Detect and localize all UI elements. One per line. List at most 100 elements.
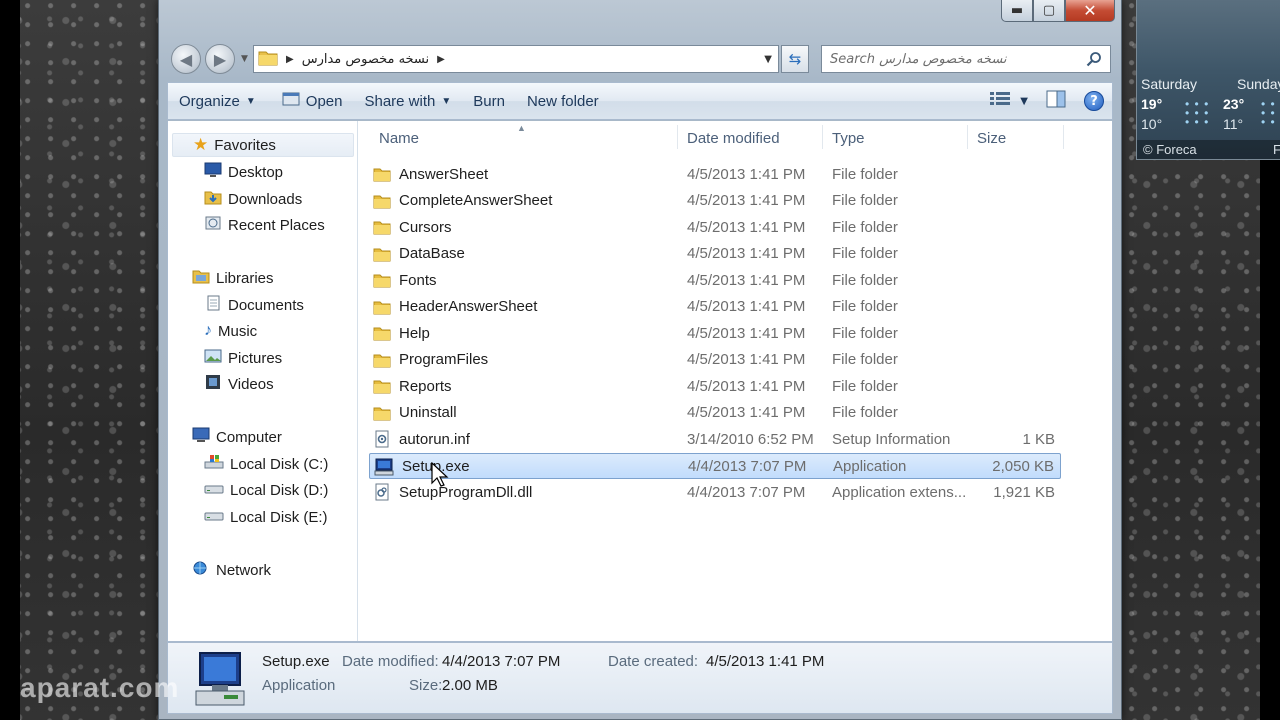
column-header-date[interactable]: Date modified: [667, 125, 812, 151]
file-row[interactable]: Fonts 4/5/2013 1:41 PM File folder: [369, 267, 1061, 293]
downloads-icon: [204, 189, 222, 209]
nav-computer[interactable]: Computer: [192, 425, 282, 449]
navigation-pane: ★ Favorites Desktop Downloads Recent Pla…: [168, 121, 358, 641]
file-date: 4/5/2013 1:41 PM: [687, 351, 806, 368]
back-button[interactable]: ◀: [171, 44, 201, 74]
nav-network-label: Network: [216, 561, 272, 579]
column-header-type[interactable]: Type: [812, 125, 957, 151]
file-row[interactable]: Reports 4/5/2013 1:41 PM File folder: [369, 373, 1061, 399]
folder-icon: [373, 246, 391, 262]
weather-day-2-low: 11°: [1223, 116, 1244, 132]
details-pane: Setup.exe Application Date modified: 4/4…: [167, 642, 1113, 714]
forward-button[interactable]: ▶: [205, 44, 235, 74]
weather-gadget[interactable]: Saturday Sunday 19° 10° • • • • • • • • • …: [1136, 0, 1280, 160]
file-row[interactable]: Uninstall 4/5/2013 1:41 PM File folder: [369, 400, 1061, 426]
file-row[interactable]: CompleteAnswerSheet 4/5/2013 1:41 PM File …: [369, 188, 1061, 214]
preview-pane-button[interactable]: [1046, 90, 1066, 112]
file-name-cell[interactable]: Reports: [373, 373, 452, 399]
file-row[interactable]: AnswerSheet 4/5/2013 1:41 PM File folder: [369, 161, 1061, 187]
search-box[interactable]: [821, 45, 1111, 73]
share-with-button[interactable]: Share with ▼: [353, 83, 462, 119]
nav-network[interactable]: Network: [192, 558, 271, 582]
nav-music-label: Music: [218, 322, 258, 340]
nav-desktop[interactable]: Desktop: [204, 160, 283, 184]
sort-ascending-icon: ▲: [517, 123, 526, 133]
column-divider[interactable]: [1063, 125, 1064, 149]
breadcrumb-child-arrow-icon[interactable]: ▶: [437, 54, 445, 65]
open-icon: [282, 91, 300, 111]
nav-disk-c-label: Local Disk (C:): [230, 455, 329, 473]
file-list: Name ▲ Date modified Type Size AnswerShe…: [359, 121, 1112, 641]
file-name-cell[interactable]: ProgramFiles: [373, 347, 488, 373]
explorer-window: ▬ ▢ ✕ ◀ ▶ ▼ ▶ نسخه مخصوص مدارس ▶ ▼ ⇆ Org…: [158, 0, 1122, 720]
file-name-cell[interactable]: autorun.inf: [373, 426, 470, 452]
search-icon[interactable]: [1086, 51, 1102, 71]
file-name: CompleteAnswerSheet: [399, 192, 553, 209]
pictures-icon: [204, 348, 222, 368]
close-button[interactable]: ✕: [1065, 0, 1115, 22]
file-name-cell[interactable]: AnswerSheet: [373, 161, 488, 187]
breadcrumb-current-folder[interactable]: نسخه مخصوص مدارس: [302, 52, 429, 67]
column-header-name[interactable]: Name ▲: [359, 123, 677, 151]
drive-icon: [204, 507, 224, 527]
network-icon: [192, 560, 210, 580]
file-name-cell[interactable]: HeaderAnswerSheet: [373, 294, 537, 320]
recent-pages-dropdown-icon[interactable]: ▼: [241, 54, 248, 64]
details-file-name: Setup.exe: [262, 653, 330, 670]
help-icon[interactable]: ?: [1084, 91, 1104, 111]
new-folder-button[interactable]: New folder: [516, 83, 610, 119]
folder-icon: [373, 325, 391, 341]
file-date: 3/14/2010 6:52 PM: [687, 430, 814, 448]
file-name-cell[interactable]: Uninstall: [373, 400, 457, 426]
details-date-created-label: Date created:: [608, 653, 699, 670]
rain-icon-2: • • • • • •: [1261, 97, 1276, 129]
file-row[interactable]: autorun.inf 3/14/2010 6:52 PM Setup Inform…: [369, 426, 1061, 452]
organize-button[interactable]: Organize ▼: [168, 83, 267, 119]
file-name: autorun.inf: [399, 430, 470, 448]
burn-button[interactable]: Burn: [462, 83, 516, 119]
minimize-button[interactable]: ▬: [1001, 0, 1033, 22]
address-dropdown-icon[interactable]: ▼: [764, 54, 772, 65]
search-input[interactable]: [830, 51, 1070, 67]
file-row[interactable]: Cursors 4/5/2013 1:41 PM File folder: [369, 214, 1061, 240]
file-row[interactable]: SetupProgramDll.dll 4/4/2013 7:07 PM Appli…: [369, 479, 1061, 505]
file-name-cell[interactable]: CompleteAnswerSheet: [373, 188, 552, 214]
nav-favorites[interactable]: ★ Favorites: [172, 133, 354, 157]
address-bar[interactable]: ▶ نسخه مخصوص مدارس ▶ ▼: [253, 45, 779, 73]
file-row[interactable]: Setup.exe 4/4/2013 7:07 PM Application 2,05…: [369, 452, 1061, 480]
nav-pictures[interactable]: Pictures: [204, 346, 282, 370]
change-view-button[interactable]: ▼: [990, 92, 1028, 110]
maximize-button[interactable]: ▢: [1033, 0, 1065, 22]
nav-documents[interactable]: Documents: [204, 293, 304, 317]
nav-disk-d[interactable]: Local Disk (D:): [204, 478, 328, 502]
column-header-size[interactable]: Size: [957, 125, 1055, 151]
file-name-cell[interactable]: Setup.exe: [374, 454, 470, 480]
burn-label: Burn: [473, 92, 505, 110]
file-row[interactable]: HeaderAnswerSheet 4/5/2013 1:41 PM File fo…: [369, 294, 1061, 320]
nav-music[interactable]: ♪ Music: [204, 319, 257, 343]
nav-pictures-label: Pictures: [228, 349, 283, 367]
nav-disk-e[interactable]: Local Disk (E:): [204, 505, 328, 529]
folder-icon: [373, 272, 391, 288]
nav-recent-places[interactable]: Recent Places: [204, 213, 325, 237]
file-row[interactable]: ProgramFiles 4/5/2013 1:41 PM File folder: [369, 347, 1061, 373]
file-name-cell[interactable]: SetupProgramDll.dll: [373, 479, 532, 505]
file-name-cell[interactable]: DataBase: [373, 241, 465, 267]
file-row[interactable]: Help 4/5/2013 1:41 PM File folder: [369, 320, 1061, 346]
details-size: 2.00 MB: [442, 677, 498, 694]
nav-libraries[interactable]: Libraries: [192, 266, 274, 290]
file-name-cell[interactable]: Cursors: [373, 214, 452, 240]
file-name-cell[interactable]: Help: [373, 320, 430, 346]
nav-disk-c[interactable]: Local Disk (C:): [204, 452, 328, 476]
breadcrumb-separator-icon[interactable]: ▶: [286, 54, 294, 65]
refresh-button[interactable]: ⇆: [781, 45, 809, 73]
file-name-cell[interactable]: Fonts: [373, 267, 437, 293]
nav-downloads[interactable]: Downloads: [204, 187, 302, 211]
open-button[interactable]: Open: [271, 83, 354, 119]
nav-libraries-label: Libraries: [216, 269, 274, 287]
nav-videos[interactable]: Videos: [204, 372, 274, 396]
file-row[interactable]: DataBase 4/5/2013 1:41 PM File folder: [369, 241, 1061, 267]
videos-icon: [204, 374, 222, 394]
settings-file-icon: [373, 430, 391, 448]
view-controls: ▼ ?: [990, 83, 1104, 119]
